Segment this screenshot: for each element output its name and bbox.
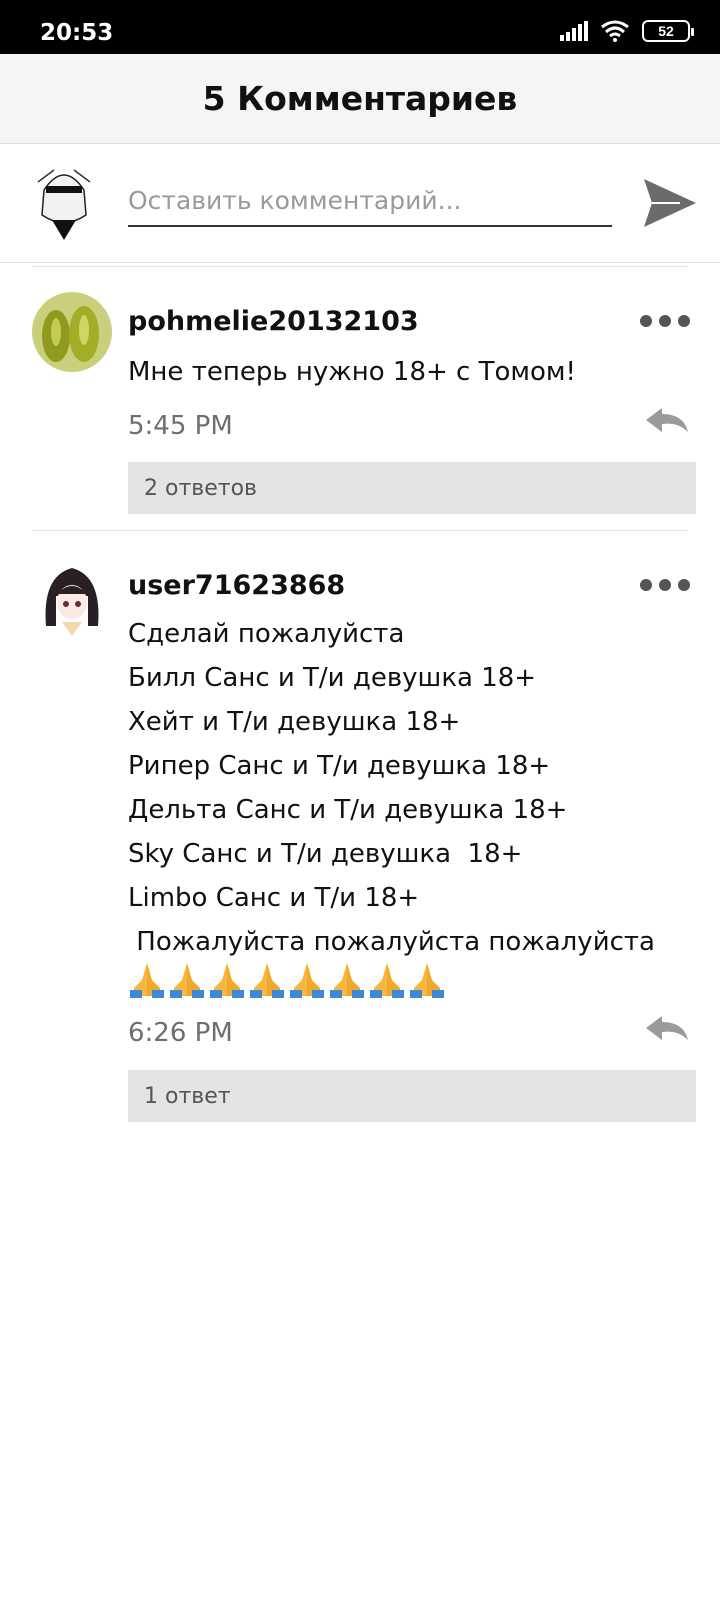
comment-text: Мне теперь нужно 18+ с Томом! — [128, 357, 576, 387]
comment-username[interactable]: user71623868 — [128, 570, 345, 601]
reply-icon[interactable] — [644, 406, 690, 436]
comment-composer — [0, 145, 720, 263]
signal-icon — [560, 21, 588, 41]
anime-girl-avatar-icon — [32, 556, 112, 636]
status-icons: 52 — [560, 20, 694, 42]
praying-hands-icon — [170, 963, 204, 998]
praying-hands-icon — [130, 963, 164, 998]
avatar[interactable] — [32, 292, 112, 372]
emoji-row — [128, 960, 446, 998]
comment-time: 5:45 PM — [128, 411, 233, 441]
reply-icon[interactable] — [644, 1014, 690, 1044]
divider — [32, 530, 688, 531]
status-bar: 20:53 52 — [0, 0, 720, 54]
more-options-icon[interactable] — [640, 306, 690, 336]
praying-hands-icon — [210, 963, 244, 998]
replies-button[interactable]: 2 ответов — [128, 462, 696, 514]
page-title: 5 Комментариев — [202, 79, 518, 118]
avatar[interactable] — [32, 556, 112, 636]
user-avatar-icon — [24, 160, 104, 240]
praying-hands-icon — [250, 963, 284, 998]
praying-hands-icon — [370, 963, 404, 998]
more-options-icon[interactable] — [640, 570, 690, 600]
comments-header: 5 Комментариев — [0, 54, 720, 144]
praying-hands-icon — [410, 963, 444, 998]
praying-hands-icon — [290, 963, 324, 998]
send-icon[interactable] — [640, 173, 700, 233]
avatar — [24, 160, 104, 240]
replies-button[interactable]: 1 ответ — [128, 1070, 696, 1122]
comment-text: Сделай пожалуйста Билл Санс и Т/и девушк… — [128, 619, 655, 957]
status-time: 20:53 — [40, 20, 114, 46]
wifi-icon — [601, 20, 629, 42]
comment-time: 6:26 PM — [128, 1018, 233, 1048]
pickles-avatar-icon — [32, 292, 112, 372]
comment-username[interactable]: pohmelie20132103 — [128, 306, 419, 337]
divider — [32, 266, 688, 267]
praying-hands-icon — [330, 963, 364, 998]
battery-icon: 52 — [642, 20, 694, 42]
comment-input[interactable] — [128, 175, 612, 227]
